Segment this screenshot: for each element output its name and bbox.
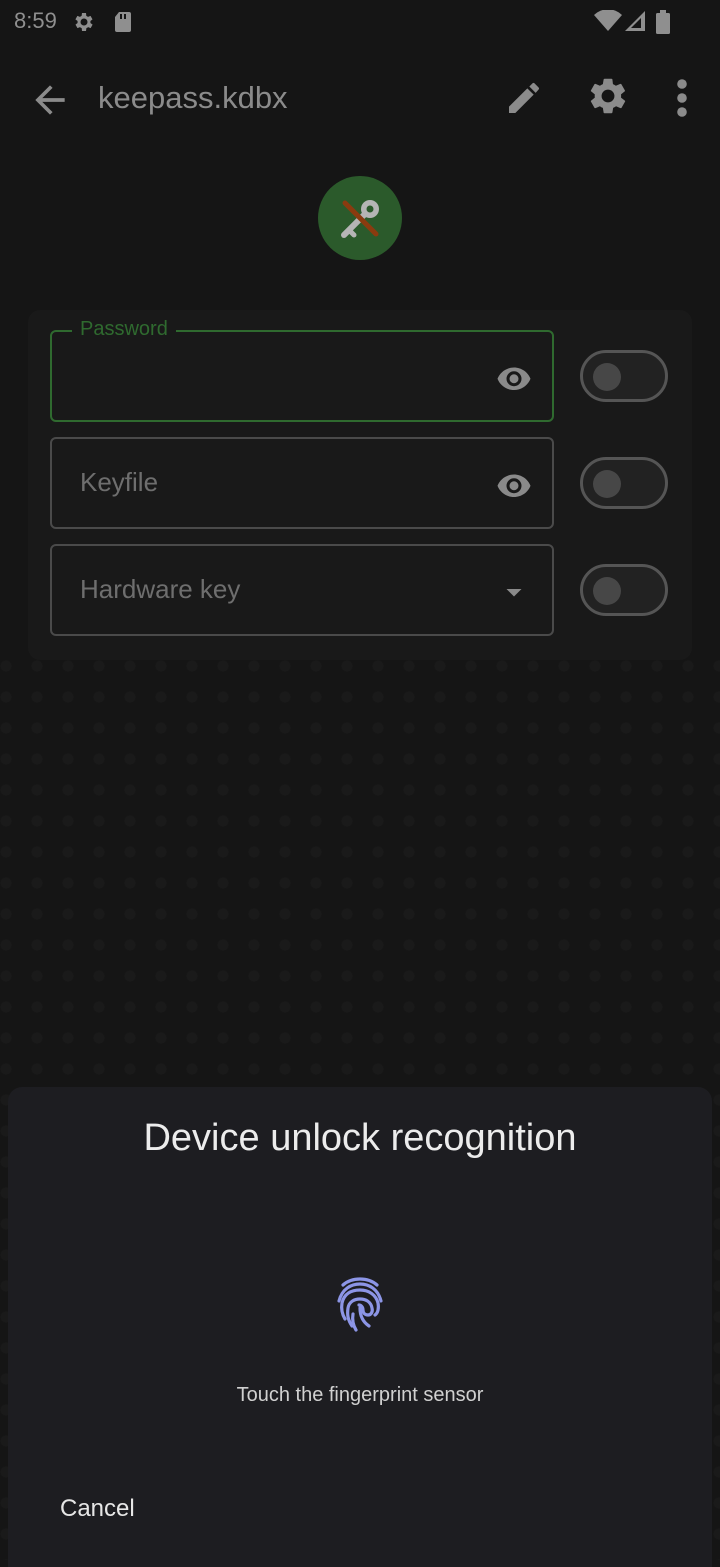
fingerprint-icon: [337, 1277, 383, 1332]
dropdown-arrow-icon[interactable]: [494, 574, 534, 610]
sd-card-icon: [115, 12, 131, 32]
app-bar: keepass.kdbx: [0, 56, 720, 144]
status-time: 8:59: [14, 8, 57, 33]
hardware-key-toggle[interactable]: [580, 564, 668, 616]
settings-button[interactable]: [586, 74, 630, 118]
back-arrow-icon: [35, 85, 65, 115]
password-field[interactable]: Password: [50, 318, 554, 422]
database-lock-badge: [318, 176, 402, 260]
toggle-knob: [593, 577, 621, 605]
biometric-prompt-title: Device unlock recognition: [143, 1117, 577, 1159]
more-vert-icon: [677, 79, 687, 117]
status-bar: 8:59: [0, 0, 720, 44]
wifi-icon: [594, 10, 622, 31]
keyfile-label: Keyfile: [80, 467, 159, 497]
toggle-knob: [593, 363, 621, 391]
biometric-prompt-subtitle: Touch the fingerprint sensor: [236, 1384, 484, 1406]
page-title: keepass.kdbx: [98, 80, 288, 115]
keyfile-toggle[interactable]: [580, 457, 668, 509]
cellular-signal-icon: [625, 11, 645, 31]
cancel-button[interactable]: Cancel: [46, 1487, 149, 1531]
edit-button[interactable]: [504, 78, 544, 118]
hardware-key-label: Hardware key: [80, 574, 241, 604]
password-label: Password: [72, 318, 176, 341]
toggle-knob: [593, 470, 621, 498]
eye-icon[interactable]: [494, 467, 534, 503]
gear-icon: [75, 13, 93, 31]
hardware-key-field[interactable]: Hardware key: [50, 544, 554, 636]
key-off-icon: [341, 200, 379, 238]
password-toggle[interactable]: [580, 350, 668, 402]
pencil-icon: [509, 83, 539, 113]
gear-icon: [590, 78, 626, 114]
keyfile-field[interactable]: Keyfile: [50, 437, 554, 529]
battery-icon: [656, 10, 670, 34]
biometric-prompt-sheet: Device unlock recognition Touch the fing…: [8, 1087, 712, 1567]
eye-icon[interactable]: [494, 360, 534, 396]
credentials-card: Password Keyfile Hardware key: [28, 310, 692, 660]
back-button[interactable]: [28, 78, 72, 122]
more-options-button[interactable]: [662, 74, 702, 122]
